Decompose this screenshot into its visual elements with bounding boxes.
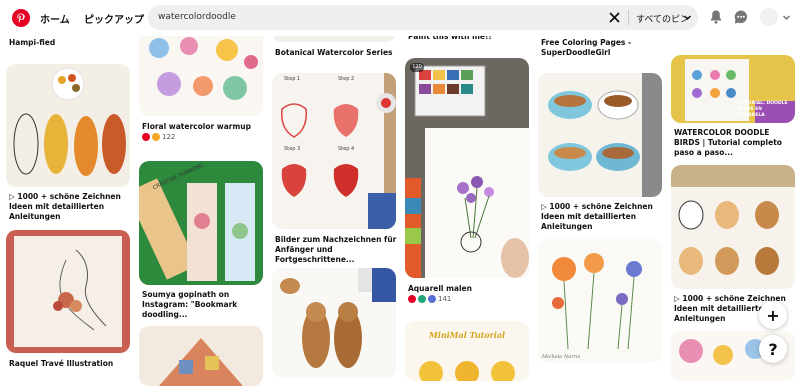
avatar[interactable]: [760, 8, 778, 26]
pin-reactions: 141: [408, 295, 451, 303]
pin-image-flowers[interactable]: [139, 28, 263, 116]
count-badge: 120: [410, 63, 424, 72]
thumbs-reaction-icon: [418, 295, 426, 303]
pin-image-watercolor-tin[interactable]: [405, 58, 529, 278]
pin-image-cats[interactable]: [671, 165, 795, 289]
pin-title[interactable]: Floral watercolor warmup: [142, 122, 264, 132]
step-label: Step 2: [338, 76, 355, 82]
search-scope-dropdown[interactable]: すべてのピン: [636, 12, 689, 25]
step-label: Step 1: [284, 76, 301, 82]
bell-icon[interactable]: [708, 9, 724, 25]
pin-image-illustration[interactable]: [6, 230, 130, 353]
nav-pickup-link[interactable]: ピックアップ: [84, 11, 144, 26]
pin-title[interactable]: ▷ 1000 + schöne Zeichnen Ideen mit detai…: [541, 202, 663, 232]
step-label: Step 4: [338, 146, 355, 152]
applause-reaction-icon: [428, 295, 436, 303]
add-button[interactable]: +: [759, 301, 787, 329]
pin-title[interactable]: WATERCOLOR DOODLE BIRDS | Tutorial compl…: [674, 128, 796, 158]
pin-image-bookmarks[interactable]: [139, 161, 263, 285]
search-input[interactable]: watercolordoodle: [158, 12, 236, 22]
pin-image-otters[interactable]: [272, 268, 396, 378]
pin-image-coffee-cups[interactable]: [538, 73, 662, 197]
chevron-down-icon[interactable]: [782, 13, 791, 22]
pin-title[interactable]: Bilder zum Nachzeichnen für Anfänger und…: [275, 235, 397, 265]
artist-signature: Michele Norris: [542, 354, 581, 360]
reaction-count: 122: [162, 133, 176, 141]
heart-reaction-icon: [408, 295, 416, 303]
pin-reactions: 122: [142, 133, 175, 141]
reaction-count: 141: [438, 295, 452, 303]
pin-title[interactable]: Aquarell malen: [408, 284, 530, 294]
tutorial-badge: TUTORIAL: DOODLE BIRDS EN ACUARELA: [738, 101, 788, 118]
top-nav-bar: ホーム ピックアップ watercolordoodle すべてのピン: [0, 0, 800, 36]
help-button[interactable]: ?: [759, 335, 787, 363]
pin-image-wildflowers[interactable]: [538, 239, 662, 363]
pin-title[interactable]: Raquel Travé Illustration: [9, 359, 131, 369]
pin-image-leaves[interactable]: [6, 64, 130, 187]
search-bar[interactable]: watercolordoodle すべてのピン: [148, 5, 698, 30]
pin-image-houses[interactable]: [139, 326, 263, 386]
pin-title[interactable]: Botanical Watercolor Series: [275, 48, 397, 58]
nav-home-link[interactable]: ホーム: [40, 11, 70, 26]
pinterest-logo-icon[interactable]: [12, 9, 30, 27]
pin-title[interactable]: ▷ 1000 + schöne Zeichnen Ideen mit detai…: [9, 192, 131, 222]
face-reaction-icon: [152, 133, 160, 141]
pin-title[interactable]: Free Coloring Pages - SuperDoodleGirl: [541, 38, 663, 58]
chevron-down-icon[interactable]: [683, 13, 692, 22]
pin-title[interactable]: Soumya gopinath on Instagram: "Bookmark …: [142, 290, 264, 320]
step-label: Step 3: [284, 146, 301, 152]
pin-title[interactable]: Hampi-fied: [9, 38, 129, 48]
heart-reaction-icon: [142, 133, 150, 141]
chat-icon[interactable]: [733, 9, 749, 25]
search-divider: [628, 10, 629, 25]
tutorial-banner: MiniMal Tutorial: [428, 330, 506, 340]
close-icon[interactable]: [608, 11, 621, 24]
